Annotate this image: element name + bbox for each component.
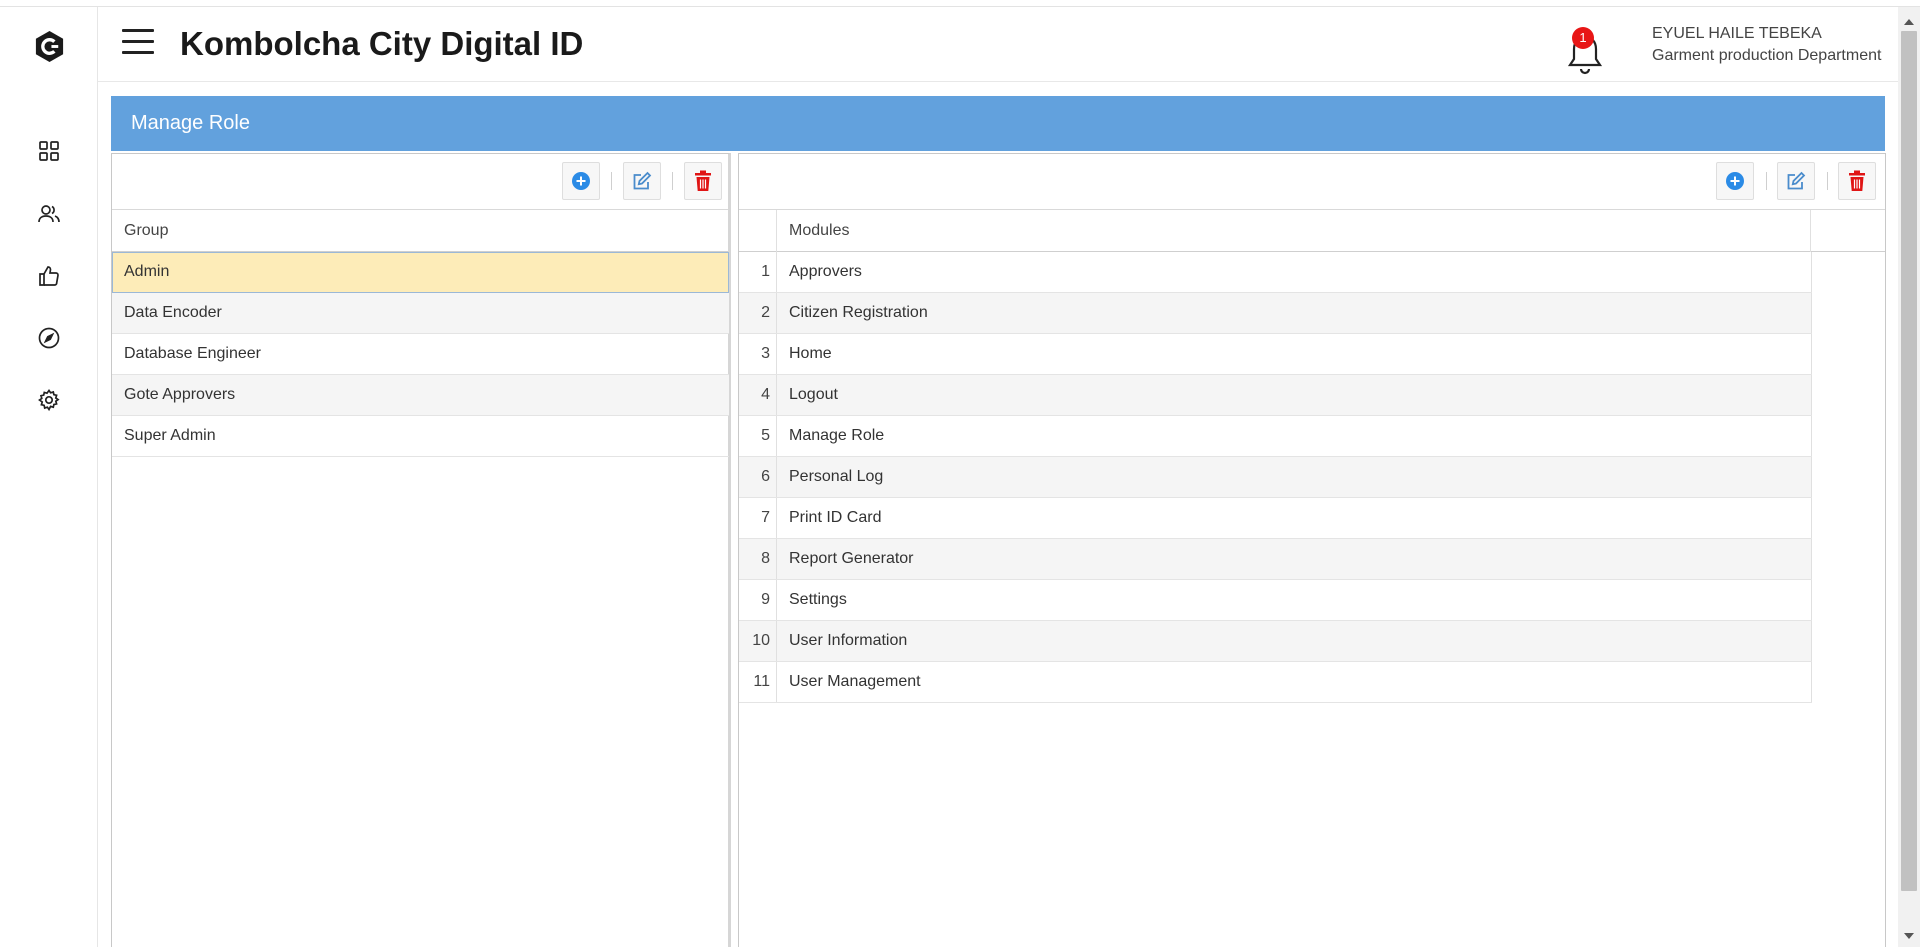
module-name: Settings: [777, 580, 1812, 620]
hamburger-menu-icon[interactable]: [122, 29, 154, 57]
gear-icon[interactable]: [37, 388, 61, 412]
toolbar-divider: [672, 172, 673, 190]
add-module-button[interactable]: [1716, 162, 1754, 200]
panel-title: Manage Role: [111, 96, 1885, 151]
group-row[interactable]: Admin: [112, 252, 729, 293]
module-row-number: 8: [739, 539, 777, 579]
module-name: Print ID Card: [777, 498, 1812, 538]
groups-pane: Group AdminData EncoderDatabase Engineer…: [111, 153, 731, 947]
module-row[interactable]: 6Personal Log: [739, 457, 1812, 498]
module-name: Report Generator: [777, 539, 1812, 579]
module-row-number: 4: [739, 375, 777, 415]
row-number-column-header: [739, 210, 777, 252]
module-name: Citizen Registration: [777, 293, 1812, 333]
groups-toolbar: [112, 154, 728, 210]
module-row[interactable]: 5Manage Role: [739, 416, 1812, 457]
scroll-up-arrow-icon[interactable]: [1904, 19, 1914, 25]
delete-module-button[interactable]: [1838, 162, 1876, 200]
group-name: Database Engineer: [112, 334, 261, 374]
modules-column-header: Modules: [739, 210, 1885, 252]
module-name: Home: [777, 334, 1812, 374]
edit-module-button[interactable]: [1777, 162, 1815, 200]
plus-circle-icon: [1725, 171, 1745, 191]
module-row-number: 5: [739, 416, 777, 456]
module-name: Personal Log: [777, 457, 1812, 497]
module-row[interactable]: 3Home: [739, 334, 1812, 375]
group-row[interactable]: Database Engineer: [112, 334, 729, 375]
app-logo-icon[interactable]: [33, 30, 66, 63]
add-group-button[interactable]: [562, 162, 600, 200]
group-name: Admin: [112, 252, 169, 292]
compass-icon[interactable]: [37, 326, 61, 350]
group-column-label: Group: [112, 210, 168, 252]
module-name: Approvers: [777, 252, 1812, 292]
module-row[interactable]: 7Print ID Card: [739, 498, 1812, 539]
group-row[interactable]: Super Admin: [112, 416, 729, 457]
modules-column-label: Modules: [777, 210, 1811, 252]
scroll-down-arrow-icon[interactable]: [1904, 933, 1914, 939]
module-name: Manage Role: [777, 416, 1812, 456]
group-name: Data Encoder: [112, 293, 222, 333]
app-title: Kombolcha City Digital ID: [180, 25, 583, 63]
scrollbar-thumb[interactable]: [1901, 31, 1917, 891]
module-row-number: 11: [739, 662, 777, 702]
groups-column-header: Group: [112, 210, 728, 252]
edit-icon: [631, 170, 653, 192]
edit-group-button[interactable]: [623, 162, 661, 200]
modules-pane: Modules 1Approvers2Citizen Registration3…: [738, 153, 1886, 947]
sidebar: [0, 7, 98, 947]
module-row[interactable]: 9Settings: [739, 580, 1812, 621]
module-row[interactable]: 10User Information: [739, 621, 1812, 662]
module-row-number: 10: [739, 621, 777, 661]
edit-icon: [1785, 170, 1807, 192]
toolbar-divider: [611, 172, 612, 190]
module-row-number: 2: [739, 293, 777, 333]
group-name: Gote Approvers: [112, 375, 235, 415]
group-name: Super Admin: [112, 416, 216, 456]
module-name: User Information: [777, 621, 1812, 661]
module-row-number: 9: [739, 580, 777, 620]
user-name[interactable]: EYUEL HAILE TEBEKA: [1652, 25, 1822, 43]
module-row[interactable]: 1Approvers: [739, 252, 1812, 293]
page-scrollbar[interactable]: [1898, 7, 1920, 947]
dashboard-icon[interactable]: [37, 139, 61, 163]
module-name: Logout: [777, 375, 1812, 415]
toolbar-divider: [1766, 172, 1767, 190]
top-header: Kombolcha City Digital ID 1 EYUEL HAILE …: [98, 7, 1898, 82]
module-row[interactable]: 11User Management: [739, 662, 1812, 703]
modules-toolbar: [739, 154, 1885, 210]
module-row[interactable]: 2Citizen Registration: [739, 293, 1812, 334]
module-row-number: 7: [739, 498, 777, 538]
group-row[interactable]: Data Encoder: [112, 293, 729, 334]
module-row[interactable]: 8Report Generator: [739, 539, 1812, 580]
browser-top-edge: [0, 0, 1920, 7]
delete-group-button[interactable]: [684, 162, 722, 200]
module-row-number: 3: [739, 334, 777, 374]
plus-circle-icon: [571, 171, 591, 191]
trash-icon: [1848, 170, 1866, 192]
trash-icon: [694, 170, 712, 192]
toolbar-divider: [1827, 172, 1828, 190]
module-name: User Management: [777, 662, 1812, 702]
thumbs-up-icon[interactable]: [37, 264, 61, 288]
user-department: Garment production Department: [1652, 47, 1881, 65]
module-row[interactable]: 4Logout: [739, 375, 1812, 416]
module-row-number: 1: [739, 252, 777, 292]
module-row-number: 6: [739, 457, 777, 497]
notification-count-badge: 1: [1572, 27, 1594, 49]
group-row[interactable]: Gote Approvers: [112, 375, 729, 416]
users-icon[interactable]: [37, 202, 61, 226]
